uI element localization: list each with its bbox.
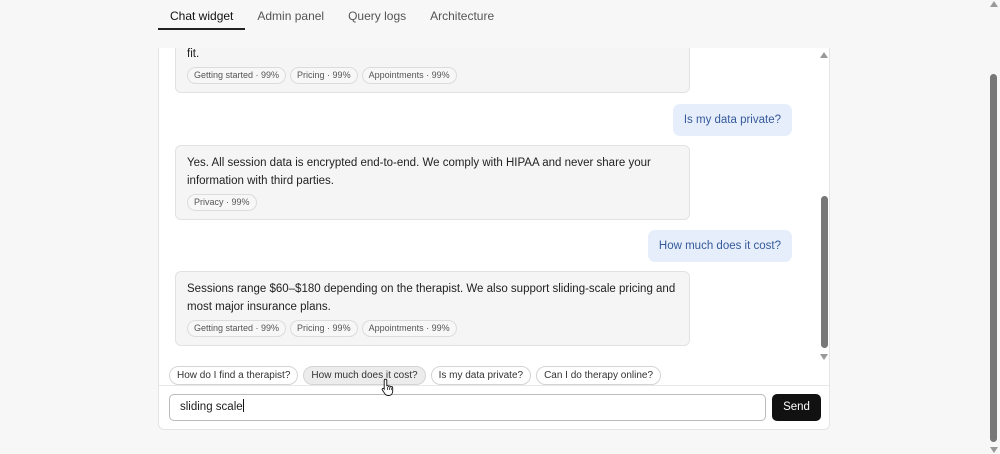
source-chip: Getting started · 99%	[187, 320, 287, 337]
user-message: How much does it cost?	[647, 230, 792, 262]
bot-message: Sessions range $60–$180 depending on the…	[175, 271, 690, 346]
bot-message-text: Yes. All session data is encrypted end-t…	[187, 157, 651, 187]
tab-bar: Chat widget Admin panel Query logs Archi…	[158, 0, 506, 30]
tab-admin-panel[interactable]: Admin panel	[245, 0, 336, 30]
text-caret	[242, 399, 244, 412]
divider	[159, 385, 829, 386]
bot-message: fit. Getting started · 99% Pricing · 99%…	[175, 48, 690, 93]
suggestion-find-therapist[interactable]: How do I find a therapist?	[169, 366, 299, 385]
message-list: fit. Getting started · 99% Pricing · 99%…	[159, 48, 819, 360]
source-chips: Getting started · 99% Pricing · 99% Appo…	[187, 320, 678, 337]
page-scrollbar-thumb[interactable]	[990, 74, 997, 442]
suggestion-therapy-online[interactable]: Can I do therapy online?	[536, 366, 662, 385]
source-chip: Pricing · 99%	[290, 67, 358, 84]
source-chip: Appointments · 99%	[361, 320, 457, 337]
bot-message: Yes. All session data is encrypted end-t…	[175, 145, 690, 220]
source-chip: Privacy · 99%	[187, 194, 257, 211]
page-scrollbar[interactable]	[988, 0, 1000, 454]
scrollbar-thumb[interactable]	[821, 196, 828, 348]
source-chips: Privacy · 99%	[187, 194, 678, 211]
suggestion-bar: How do I find a therapist? How much does…	[169, 366, 662, 385]
message-input[interactable]: sliding scale	[169, 394, 766, 421]
bot-message-text: Sessions range $60–$180 depending on the…	[187, 283, 676, 313]
source-chip: Pricing · 99%	[290, 320, 358, 337]
source-chips: Getting started · 99% Pricing · 99% Appo…	[187, 67, 678, 84]
bot-message-text: fit.	[187, 48, 200, 60]
scroll-down-icon[interactable]	[820, 354, 828, 360]
tab-architecture[interactable]: Architecture	[418, 0, 506, 30]
message-scrollbar[interactable]	[817, 50, 831, 360]
source-chip: Appointments · 99%	[361, 67, 457, 84]
chat-widget: fit. Getting started · 99% Pricing · 99%…	[158, 48, 830, 430]
suggestion-data-private[interactable]: Is my data private?	[430, 366, 532, 385]
send-button[interactable]: Send	[772, 394, 821, 421]
suggestion-cost[interactable]: How much does it cost?	[303, 366, 426, 385]
hand-pointer-icon	[381, 378, 394, 396]
user-message: Is my data private?	[672, 104, 792, 136]
message-input-value: sliding scale	[180, 401, 243, 413]
tab-chat-widget[interactable]: Chat widget	[158, 0, 246, 30]
scroll-up-icon[interactable]	[820, 52, 828, 58]
tab-query-logs[interactable]: Query logs	[336, 0, 418, 30]
page-scroll-up-icon[interactable]	[990, 1, 998, 7]
page-scroll-down-icon[interactable]	[990, 447, 998, 453]
source-chip: Getting started · 99%	[187, 67, 287, 84]
